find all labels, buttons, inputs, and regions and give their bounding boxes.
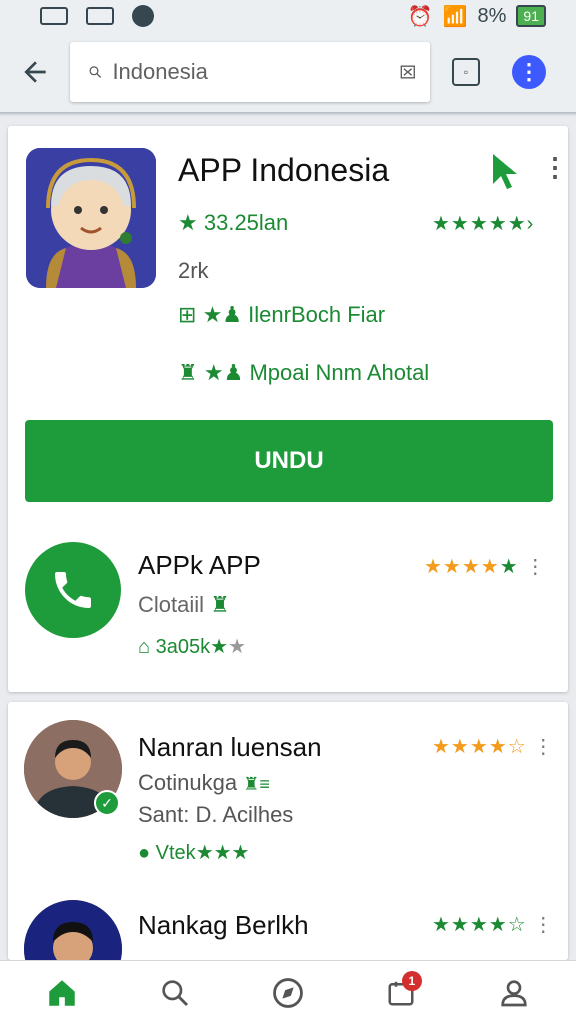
back-button[interactable] [0,32,70,112]
tab-switch-button[interactable]: ▫ [452,58,480,86]
check-circle-icon: ● [138,842,151,864]
result-1-rating-row: ⌂ 3a05k★★ [138,634,246,659]
android-icon: ♜ [210,592,230,617]
feature-text-2: Mpoai Nnm Ahotal [249,360,430,385]
award-icon: ♜ [178,360,198,385]
alarm-icon: ⏰ [407,5,433,28]
nav-home[interactable] [27,963,97,1023]
app-size-text: 2rk [178,258,209,283]
search-icon [89,66,102,78]
app-stars: ★★★★★› [432,213,535,235]
result-2-rating-text: Vtek [155,842,196,864]
bottom-navigation: 1 [0,960,576,1024]
star-icon: ★ [178,210,198,235]
top-bar: ▫ ⋮ [0,32,576,112]
updates-badge: 1 [401,970,422,991]
search-box[interactable] [70,42,430,102]
result-2-stars: ★★★★☆ ⋮ [432,736,555,758]
result-2-developer: Cotinukga [138,770,238,795]
result-1-rating-text: 3a05k [155,636,211,658]
nav-search[interactable] [140,963,210,1023]
nav-explore[interactable] [253,963,323,1023]
toolbar-shadow [0,112,576,116]
result-1-mini-stars: ★★ [210,636,247,658]
wifi-icon: 📶 [442,5,468,28]
people-icon: ★♟ [202,302,243,327]
feature-row-2: ♜ ★♟ Mpoai Nnm Ahotal [178,360,429,386]
app-title[interactable]: APP Indonesia [178,152,389,189]
result-1-subtitle: Clotaiil ♜ [138,592,230,618]
battery-icon: 91 [516,5,546,27]
app-rating-row: ★ 33.25lan [178,210,288,236]
verified-icon: ✓ [94,790,120,816]
feature-text-1: IlenrBoch Fiar [248,302,386,327]
install-button[interactable]: UNDU [25,420,553,502]
cursor-arrow-icon [490,152,520,195]
gmail-icon [40,7,68,25]
nav-account[interactable] [479,963,549,1023]
arrow-back-icon [24,61,46,83]
clear-icon[interactable] [400,58,416,86]
account-icon [500,979,527,1006]
device-icon: ⊞ [178,302,197,327]
result-1-developer: Clotaiil [138,592,205,617]
result-2-mini-stars: ★★★ [195,842,250,864]
result-1-stars: ★★★★★ ⋮ [424,556,547,578]
feature-row-1: ⊞ ★♟ IlenrBoch Fiar [178,302,385,328]
app-rating-text: 33.25lan [203,210,289,235]
result-1-title[interactable]: APPk APP [138,550,261,581]
results-card: ✓ Nanran luensan ★★★★☆ ⋮ Cotinukga ♜≡ Sa… [8,702,568,998]
android-icon-2: ♜≡ [243,774,270,794]
status-bar: ⏰ 📶 8% 91 [0,0,576,32]
search-input[interactable] [112,59,401,85]
app-options-icon[interactable]: ⋮ [542,154,568,180]
badge-icon: ⌂ [138,636,151,658]
featured-app-card[interactable]: APP Indonesia ⋮ ★ 33.25lan ★★★★★› 2rk ⊞ … [8,126,568,692]
result-3-title[interactable]: Nankag Berlkh [138,910,309,941]
search-icon [162,979,189,1006]
result-2-subtitle-2: Sant: D. Acilhes [138,802,294,827]
app-notification-icon [132,5,154,27]
result-3-stars: ★★★★☆ ⋮ [432,914,555,936]
app-icon [26,148,156,288]
home-icon [49,979,76,1006]
phone-app-icon[interactable] [25,542,121,638]
overflow-menu-button[interactable]: ⋮ [512,55,546,89]
mail-icon [86,7,114,25]
people-icon-2: ★♟ [203,360,244,385]
result-2-subtitle-1: Cotinukga ♜≡ [138,770,270,796]
battery-percent: 8% [477,4,507,27]
result-2-rating-row: ● Vtek★★★ [138,840,249,865]
result-2-title[interactable]: Nanran luensan [138,732,322,763]
battery-level: 91 [523,8,539,24]
nav-updates[interactable]: 1 [366,963,436,1023]
compass-icon [273,977,303,1008]
